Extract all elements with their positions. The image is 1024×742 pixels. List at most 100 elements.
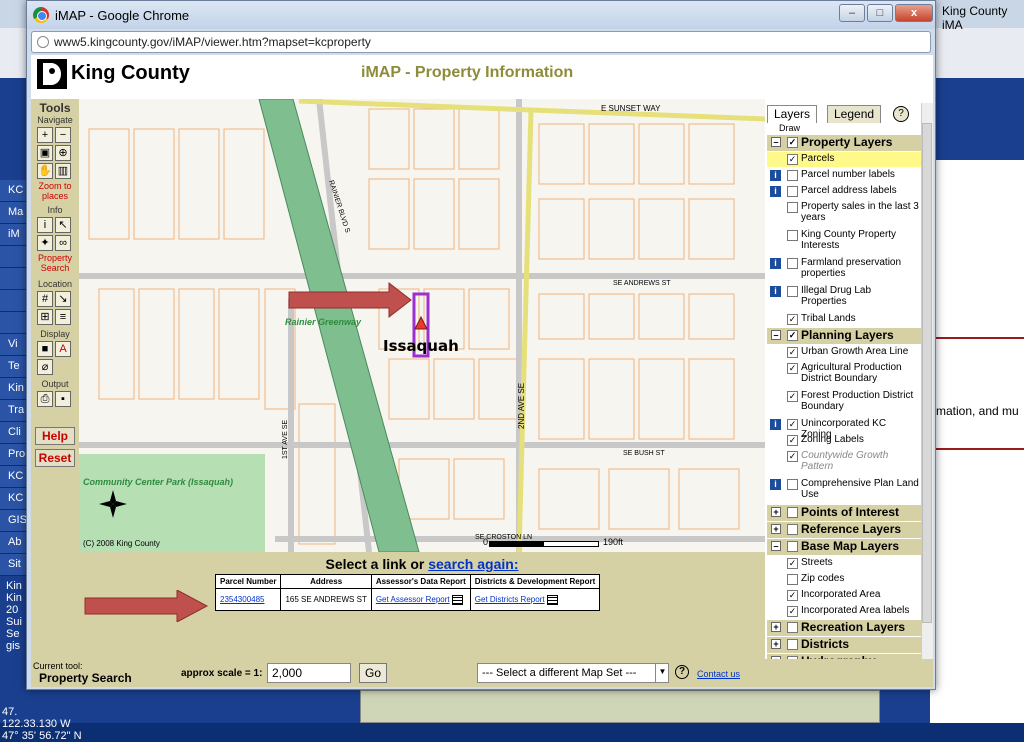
- background-nav-item[interactable]: KC: [0, 466, 26, 488]
- layer-group[interactable]: + Points of Interest: [767, 505, 921, 521]
- reset-button[interactable]: Reset: [35, 449, 75, 467]
- layer-checkbox[interactable]: ✓: [787, 391, 798, 402]
- collapse-icon[interactable]: –: [771, 330, 781, 340]
- background-nav-item[interactable]: [0, 312, 26, 334]
- layer-checkbox[interactable]: [787, 286, 798, 297]
- layer-checkbox[interactable]: ✓: [787, 590, 798, 601]
- expand-icon[interactable]: +: [771, 639, 781, 649]
- go-button[interactable]: Go: [359, 663, 387, 683]
- background-nav-item[interactable]: KC: [0, 180, 26, 202]
- info-icon[interactable]: i: [770, 170, 781, 181]
- layer-item[interactable]: ✓ Forest Production District Boundary: [767, 389, 921, 416]
- map-set-select[interactable]: --- Select a different Map Set ---: [477, 663, 669, 683]
- layer-item[interactable]: King County Property Interests: [767, 228, 921, 255]
- map-graphic[interactable]: E SUNSET WAY RAINIER BLVD S SE ANDREWS S…: [79, 99, 765, 552]
- layer-checkbox[interactable]: [787, 258, 798, 269]
- layer-item[interactable]: ✓ Zoning Labels: [767, 433, 921, 448]
- layer-checkbox[interactable]: ✓: [787, 314, 798, 325]
- zoom-out-icon[interactable]: −: [55, 127, 71, 143]
- binoculars-icon[interactable]: ∞: [55, 235, 71, 251]
- scrollbar-thumb[interactable]: [922, 123, 932, 623]
- identify-icon[interactable]: ✦: [37, 235, 53, 251]
- layer-checkbox[interactable]: ✓: [787, 154, 798, 165]
- save-icon[interactable]: ▪: [55, 391, 71, 407]
- chevron-down-icon[interactable]: ▼: [655, 663, 669, 683]
- layer-item[interactable]: Zip codes: [767, 572, 921, 587]
- layer-checkbox[interactable]: [787, 507, 798, 518]
- layer-checkbox[interactable]: [787, 186, 798, 197]
- expand-icon[interactable]: +: [771, 524, 781, 534]
- pin-icon[interactable]: ↘: [55, 291, 71, 307]
- layer-checkbox[interactable]: [787, 656, 798, 659]
- select-arrow-icon[interactable]: ↖: [55, 217, 71, 233]
- maximize-button[interactable]: □: [867, 4, 893, 22]
- eraser-icon[interactable]: ⌀: [37, 359, 53, 375]
- background-nav-item[interactable]: Ma: [0, 202, 26, 224]
- parcel-marker-icon[interactable]: [414, 315, 428, 330]
- help-button[interactable]: Help: [35, 427, 75, 445]
- districts-report-link[interactable]: Get Districts Report: [475, 595, 545, 604]
- layer-checkbox[interactable]: [787, 202, 798, 213]
- layer-item[interactable]: ✓ Incorporated Area: [767, 588, 921, 603]
- title-bar[interactable]: iMAP - Google Chrome – □ x: [27, 1, 935, 29]
- layer-item[interactable]: ✓ Agricultural Production District Bounda…: [767, 361, 921, 388]
- layer-group[interactable]: – ✓ Property Layers: [767, 135, 921, 151]
- background-nav-item[interactable]: Ab: [0, 532, 26, 554]
- background-nav-item[interactable]: Sit: [0, 554, 26, 576]
- info-icon[interactable]: i: [770, 258, 781, 269]
- pan-hand-icon[interactable]: ✋: [37, 163, 53, 179]
- background-nav-item[interactable]: [0, 268, 26, 290]
- report-table-icon[interactable]: [546, 594, 558, 605]
- layer-group[interactable]: – ✓ Planning Layers: [767, 328, 921, 344]
- info-icon[interactable]: i: [770, 479, 781, 490]
- background-nav-item[interactable]: Cli: [0, 422, 26, 444]
- layer-checkbox[interactable]: ✓: [787, 435, 798, 446]
- layer-item[interactable]: ✓ Parcels: [767, 152, 921, 167]
- layer-checkbox[interactable]: ✓: [787, 451, 798, 462]
- info-icon[interactable]: i: [37, 217, 53, 233]
- layers-help-icon[interactable]: ?: [893, 106, 909, 122]
- close-button[interactable]: x: [895, 4, 933, 22]
- background-nav-item[interactable]: iM: [0, 224, 26, 246]
- address-bar[interactable]: www5.kingcounty.gov/iMAP/viewer.htm?maps…: [31, 31, 931, 53]
- layer-checkbox[interactable]: [787, 170, 798, 181]
- layer-group[interactable]: + Recreation Layers: [767, 620, 921, 636]
- layer-item[interactable]: i ✓ Unincorporated KC Zoning: [767, 417, 921, 440]
- expand-icon[interactable]: +: [771, 656, 781, 659]
- background-tab-title[interactable]: King County iMA: [942, 4, 1024, 32]
- help-icon[interactable]: ?: [675, 665, 689, 679]
- layer-checkbox[interactable]: [787, 639, 798, 650]
- zoom-box-icon[interactable]: ▣: [37, 145, 53, 161]
- layer-checkbox[interactable]: ✓: [787, 347, 798, 358]
- map-canvas[interactable]: E SUNSET WAY RAINIER BLVD S SE ANDREWS S…: [79, 99, 765, 552]
- layer-checkbox[interactable]: ✓: [787, 137, 798, 148]
- background-nav-item[interactable]: Vi: [0, 334, 26, 356]
- zoom-extent-icon[interactable]: ⊕: [55, 145, 71, 161]
- text-tool-icon[interactable]: A: [55, 341, 71, 357]
- book-icon[interactable]: ▥: [55, 163, 71, 179]
- background-nav-item[interactable]: KC: [0, 488, 26, 510]
- contact-link[interactable]: Contact us: [697, 669, 740, 679]
- layer-checkbox[interactable]: ✓: [787, 606, 798, 617]
- parcel-number-link[interactable]: 2354300485: [220, 595, 265, 604]
- layer-checkbox[interactable]: ✓: [787, 330, 798, 341]
- scale-input[interactable]: 2,000: [267, 663, 351, 683]
- layer-checkbox[interactable]: [787, 574, 798, 585]
- info-icon[interactable]: i: [770, 286, 781, 297]
- layer-checkbox[interactable]: [787, 479, 798, 490]
- background-nav-item[interactable]: Pro: [0, 444, 26, 466]
- zoom-to-places-button[interactable]: Zoom to places: [31, 181, 79, 201]
- tab-legend[interactable]: Legend: [827, 105, 882, 123]
- layer-checkbox[interactable]: [787, 230, 798, 241]
- layer-item[interactable]: Property sales in the last 3 years: [767, 200, 921, 227]
- layer-checkbox[interactable]: ✓: [787, 363, 798, 374]
- layer-checkbox[interactable]: [787, 541, 798, 552]
- color-display-icon[interactable]: ■: [37, 341, 53, 357]
- zoom-in-icon[interactable]: +: [37, 127, 53, 143]
- layer-item[interactable]: i Parcel address labels: [767, 184, 921, 199]
- layer-item[interactable]: i Farmland preservation properties: [767, 256, 921, 283]
- url-text[interactable]: www5.kingcounty.gov/iMAP/viewer.htm?maps…: [54, 35, 371, 49]
- background-nav-item[interactable]: GIS: [0, 510, 26, 532]
- background-nav-item[interactable]: Te: [0, 356, 26, 378]
- layer-item[interactable]: ✓ Streets: [767, 556, 921, 571]
